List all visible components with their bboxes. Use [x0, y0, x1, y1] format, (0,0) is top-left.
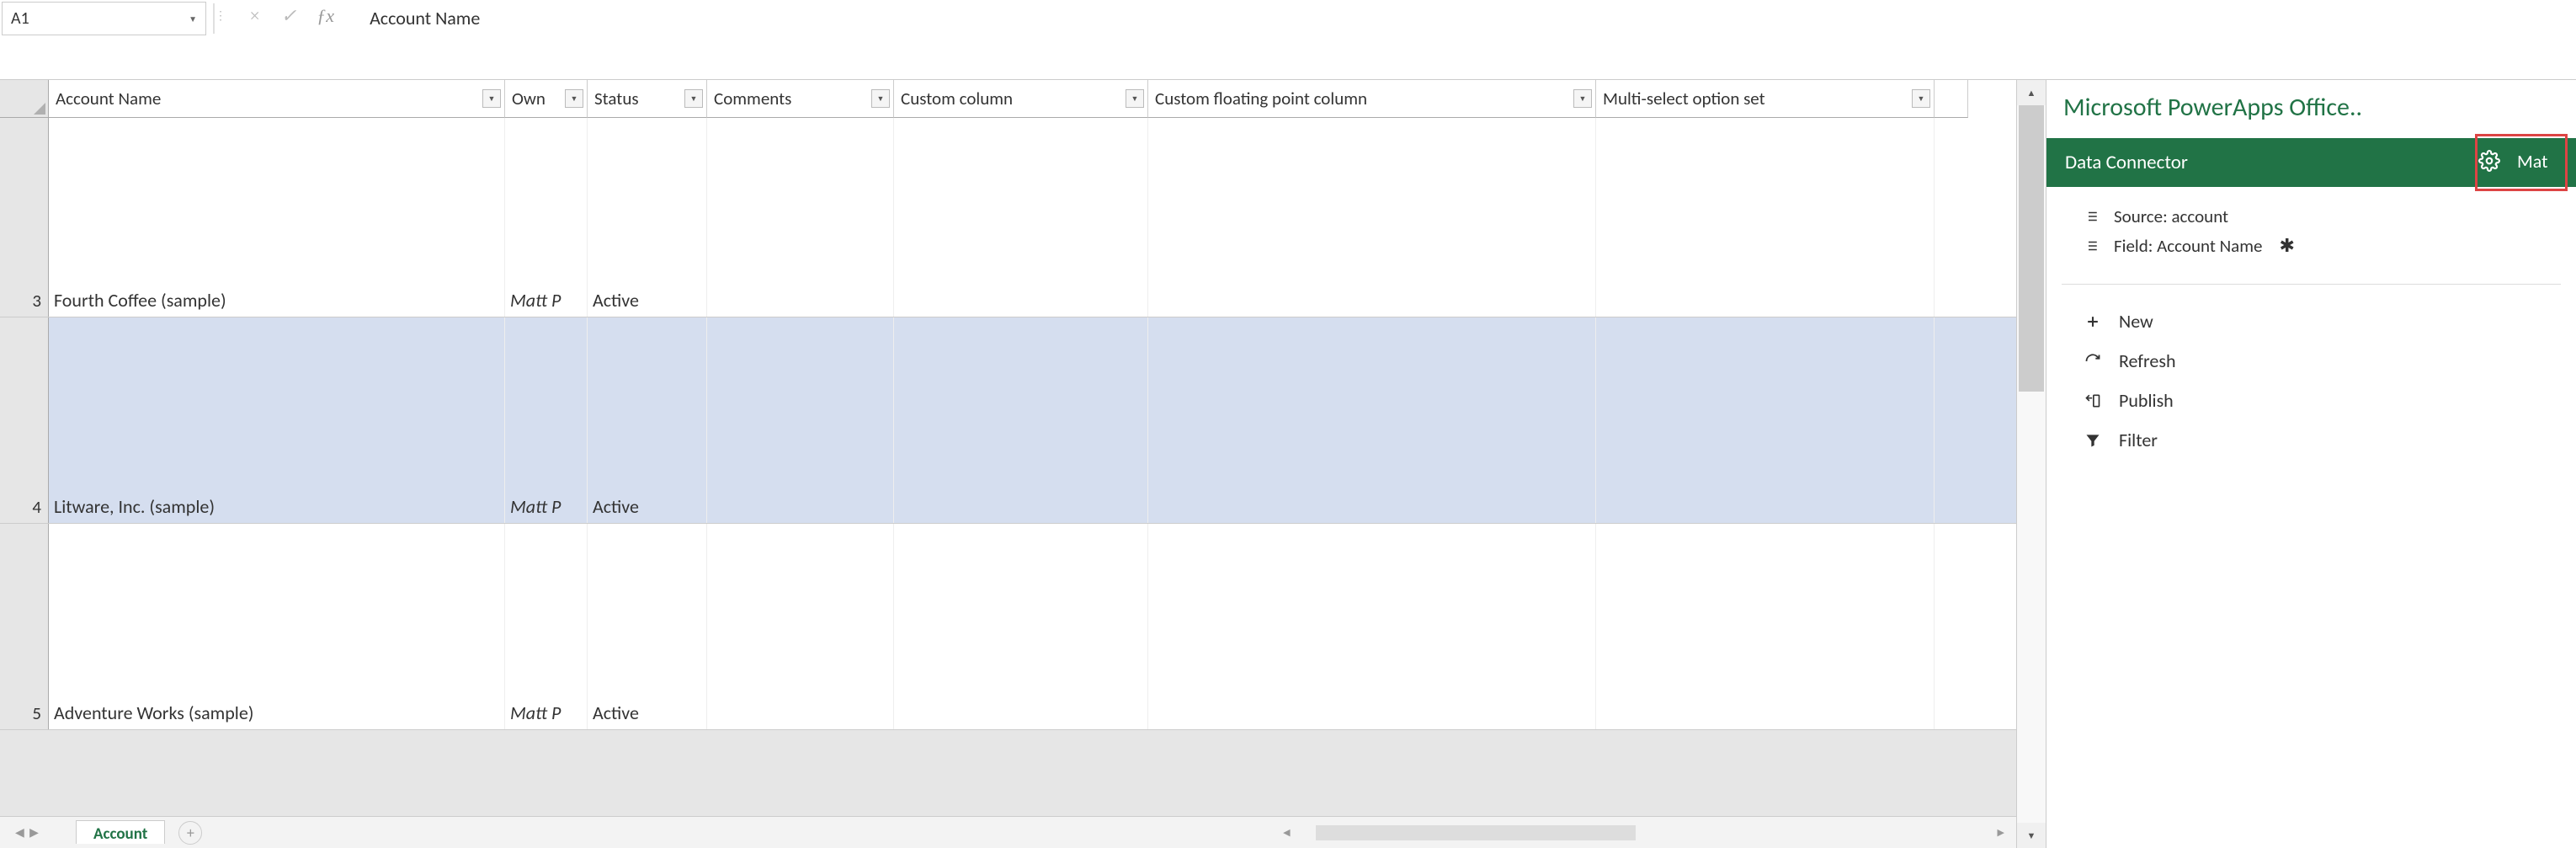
field-row: Field: Account Name ✱: [2082, 231, 2541, 260]
select-all-corner[interactable]: [0, 80, 49, 118]
list-icon: [2082, 209, 2100, 224]
column-header-custom-float[interactable]: Custom floating point column▼: [1148, 80, 1596, 118]
formula-input[interactable]: Account Name: [354, 0, 2576, 79]
cell-float[interactable]: [1148, 524, 1596, 729]
cell-own[interactable]: Matt P: [505, 317, 588, 523]
list-icon: [2082, 238, 2100, 253]
gear-highlight-box: [2475, 134, 2568, 191]
grid-body[interactable]: 3Fourth Coffee (sample)Matt PActive4Litw…: [0, 118, 2016, 816]
publish-icon: [2082, 392, 2104, 409]
table-row[interactable]: 5Adventure Works (sample)Matt PActive: [0, 524, 2016, 730]
table-row[interactable]: 3Fourth Coffee (sample)Matt PActive: [0, 118, 2016, 317]
cell-tail[interactable]: [1935, 317, 2016, 523]
scroll-thumb[interactable]: [2019, 105, 2044, 392]
panel-actions: New Refresh Publish Filter: [2062, 285, 2561, 477]
filter-button[interactable]: Filter: [2082, 420, 2541, 460]
filter-dropdown-icon[interactable]: ▼: [1126, 89, 1144, 108]
cell-float[interactable]: [1148, 118, 1596, 317]
divider-handle[interactable]: ⋮: [215, 8, 223, 79]
cell-custom[interactable]: [894, 524, 1148, 729]
filter-dropdown-icon[interactable]: ▼: [1573, 89, 1592, 108]
spreadsheet-grid: Account Name▼ Own▼ Status▼ Comments▼ Cus…: [0, 80, 2016, 848]
panel-title: Microsoft PowerApps Office..: [2046, 83, 2576, 138]
filter-icon: [2082, 432, 2104, 449]
refresh-icon: [2082, 353, 2104, 370]
row-number[interactable]: 3: [0, 118, 49, 317]
cell-comments[interactable]: [707, 118, 894, 317]
filter-dropdown-icon[interactable]: ▼: [684, 89, 703, 108]
add-sheet-button[interactable]: +: [178, 821, 202, 845]
cell-account-name[interactable]: Litware, Inc. (sample): [49, 317, 505, 523]
cell-own[interactable]: Matt P: [505, 118, 588, 317]
panel-header-bar: Data Connector Mat: [2046, 138, 2576, 187]
row-number[interactable]: 4: [0, 317, 49, 523]
scroll-up-icon[interactable]: ▲: [2017, 80, 2046, 105]
column-header-multi-select[interactable]: Multi-select option set▼: [1596, 80, 1935, 118]
sheet-nav[interactable]: ◀ ▶: [15, 825, 39, 840]
cell-multi[interactable]: [1596, 317, 1935, 523]
cell-account-name[interactable]: Adventure Works (sample): [49, 524, 505, 729]
cell-custom[interactable]: [894, 317, 1148, 523]
cell-multi[interactable]: [1596, 524, 1935, 729]
vertical-scrollbar[interactable]: ▲ ▼: [2016, 80, 2046, 848]
column-header-own[interactable]: Own▼: [505, 80, 588, 118]
cell-tail[interactable]: [1935, 524, 2016, 729]
column-header-overflow[interactable]: [1935, 80, 1968, 118]
sheet-tab-account[interactable]: Account: [76, 820, 165, 844]
source-label: Source: account: [2114, 205, 2228, 227]
column-header-custom-column[interactable]: Custom column▼: [894, 80, 1148, 118]
column-header-account-name[interactable]: Account Name▼: [49, 80, 505, 118]
plus-icon: [2082, 313, 2104, 330]
cell-comments[interactable]: [707, 524, 894, 729]
column-header-comments[interactable]: Comments▼: [707, 80, 894, 118]
cancel-icon[interactable]: ×: [248, 5, 261, 27]
cell-tail[interactable]: [1935, 118, 2016, 317]
cell-status[interactable]: Active: [588, 317, 707, 523]
name-box[interactable]: A1 ▼: [2, 2, 206, 35]
scroll-down-icon[interactable]: ▼: [2017, 823, 2046, 848]
row-number[interactable]: 5: [0, 524, 49, 729]
formula-buttons: × ✓ ƒx: [223, 0, 354, 34]
horizontal-scrollbar[interactable]: ◀▶: [202, 825, 2016, 840]
column-header-row: Account Name▼ Own▼ Status▼ Comments▼ Cus…: [0, 80, 2016, 118]
column-header-status[interactable]: Status▼: [588, 80, 707, 118]
refresh-button[interactable]: Refresh: [2082, 341, 2541, 381]
filter-dropdown-icon[interactable]: ▼: [565, 89, 583, 108]
source-row: Source: account: [2082, 202, 2541, 231]
publish-button[interactable]: Publish: [2082, 381, 2541, 420]
cell-custom[interactable]: [894, 118, 1148, 317]
cell-account-name[interactable]: Fourth Coffee (sample): [49, 118, 505, 317]
formula-bar: A1 ▼ ⋮ × ✓ ƒx Account Name: [0, 0, 2576, 80]
accept-icon[interactable]: ✓: [281, 5, 296, 27]
powerapps-panel: Microsoft PowerApps Office.. Data Connec…: [2046, 80, 2576, 848]
new-button[interactable]: New: [2082, 301, 2541, 341]
panel-info: Source: account Field: Account Name ✱: [2062, 187, 2561, 285]
cell-float[interactable]: [1148, 317, 1596, 523]
cell-status[interactable]: Active: [588, 524, 707, 729]
fx-icon[interactable]: ƒx: [317, 5, 334, 27]
cell-own[interactable]: Matt P: [505, 524, 588, 729]
filter-dropdown-icon[interactable]: ▼: [1912, 89, 1930, 108]
name-box-dropdown-icon[interactable]: ▼: [189, 13, 197, 24]
sheet-tab-bar: ◀ ▶ Account + ◀▶: [0, 816, 2016, 848]
cell-status[interactable]: Active: [588, 118, 707, 317]
name-box-value: A1: [11, 8, 189, 29]
required-icon: ✱: [2279, 234, 2294, 257]
field-label: Field: Account Name: [2114, 235, 2262, 257]
table-row[interactable]: 4Litware, Inc. (sample)Matt PActive: [0, 317, 2016, 524]
cell-comments[interactable]: [707, 317, 894, 523]
cell-multi[interactable]: [1596, 118, 1935, 317]
scroll-track[interactable]: [2017, 105, 2046, 823]
panel-header-label: Data Connector: [2065, 151, 2188, 174]
filter-dropdown-icon[interactable]: ▼: [482, 89, 501, 108]
filter-dropdown-icon[interactable]: ▼: [871, 89, 890, 108]
